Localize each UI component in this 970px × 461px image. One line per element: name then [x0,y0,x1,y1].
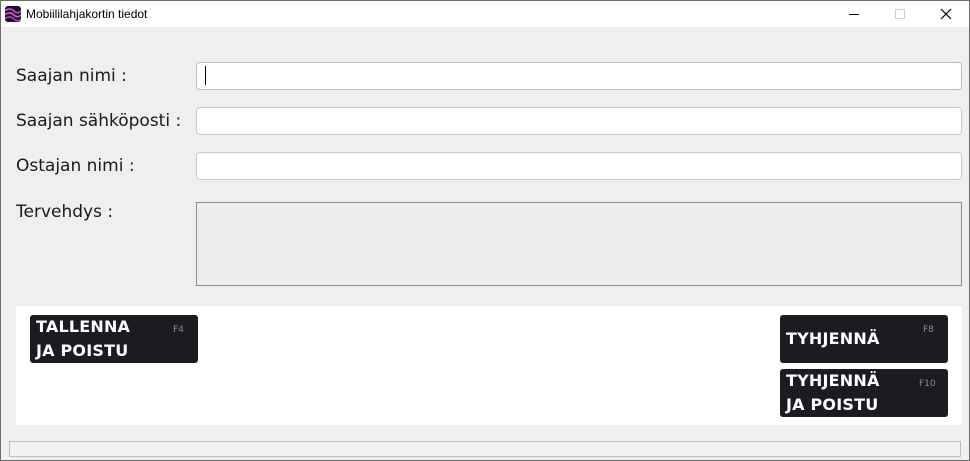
maximize-icon [895,9,905,19]
window-title: Mobiililahjakortin tiedot [26,7,148,21]
close-button[interactable] [923,1,969,27]
recipient-email-input[interactable] [196,107,962,135]
greeting-textarea[interactable] [196,202,962,286]
clear-and-exit-button[interactable]: TYHJENNÄ JA POISTU F10 [780,369,948,417]
text-caret [205,66,206,85]
app-window: Mobiililahjakortin tiedot Saajan nimi : … [0,0,970,461]
status-field [9,441,961,457]
status-bar [1,438,969,460]
clear-button[interactable]: TYHJENNÄ F8 [780,315,948,363]
recipient-email-label: Saajan sähköposti : [16,111,182,131]
clear-and-exit-shortcut: F10 [919,379,936,389]
maximize-button[interactable] [877,1,923,27]
title-bar[interactable]: Mobiililahjakortin tiedot [1,1,969,27]
greeting-label: Tervehdys : [16,202,114,222]
save-and-exit-label: TALLENNA JA POISTU [36,317,131,360]
recipient-name-input[interactable] [196,62,962,90]
app-logo-icon [5,6,21,22]
recipient-name-label: Saajan nimi : [16,66,127,86]
save-and-exit-button[interactable]: TALLENNA JA POISTU F4 [30,315,198,363]
clear-shortcut: F8 [923,325,934,335]
minimize-button[interactable] [831,1,877,27]
buyer-name-input[interactable] [196,152,962,180]
minimize-icon [849,14,859,15]
buyer-name-label: Ostajan nimi : [16,156,135,176]
save-and-exit-shortcut: F4 [173,325,184,335]
close-icon [940,8,952,20]
clear-label: TYHJENNÄ [786,329,880,348]
action-panel: TALLENNA JA POISTU F4 TYHJENNÄ F8 TYHJEN… [16,306,962,425]
clear-and-exit-label: TYHJENNÄ JA POISTU [786,371,880,414]
